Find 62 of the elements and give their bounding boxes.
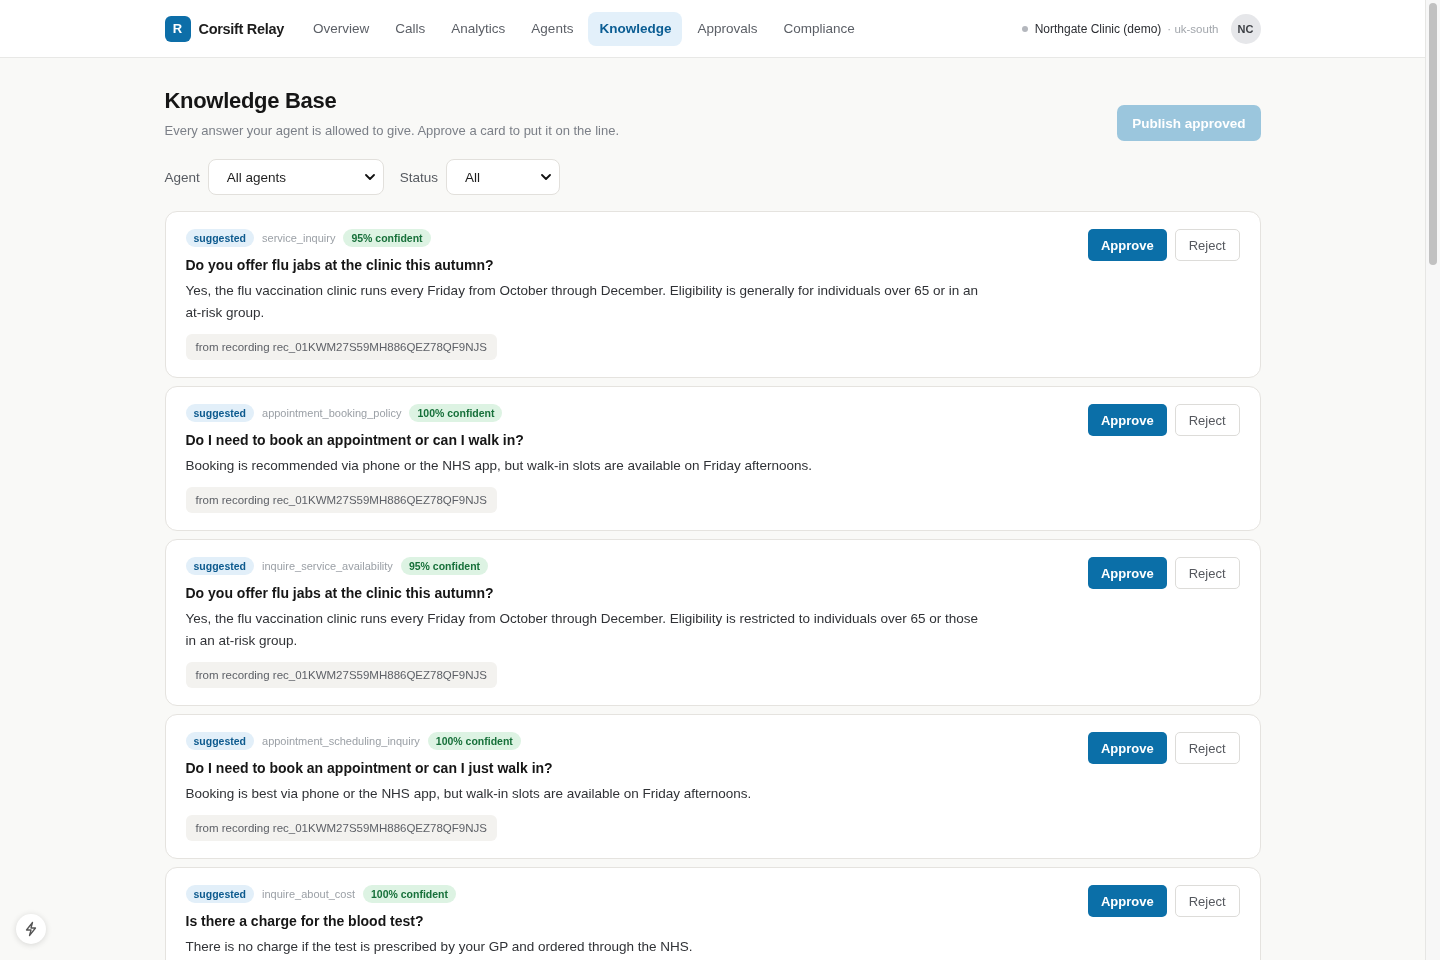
app-logo[interactable]: R — [164, 15, 191, 42]
reject-button[interactable]: Reject — [1174, 404, 1240, 436]
source-chip: from recording rec_01KWM27S59MH886QEZ78QF9NJS — [185, 487, 497, 513]
nav-tab[interactable]: Approvals — [686, 11, 769, 46]
nav-tab[interactable]: Agents — [520, 11, 585, 46]
status-dot-icon — [1021, 25, 1028, 32]
question-text: Do I need to book an appointment or can I walk in? — [185, 431, 525, 450]
status-badge: suggested — [185, 557, 254, 575]
answer-text: Yes, the flu vaccination clinic runs every Friday from October through December. Eligibility is generally for individuals over 65 or in an at-risk group. — [185, 282, 980, 322]
question-text: Do you offer flu jabs at the clinic this autumn? — [185, 584, 495, 603]
confidence-badge: 95% confident — [400, 557, 489, 575]
answer-text: Booking is recommended via phone or the NHS app, but walk-in slots are available on Friday afternoons. — [185, 457, 814, 475]
approve-button[interactable]: Approve — [1087, 557, 1167, 589]
confidence-badge: 100% confident — [409, 404, 503, 422]
confidence-badge: 100% confident — [427, 732, 521, 750]
source-chip: from recording rec_01KWM27S59MH886QEZ78QF9NJS — [185, 662, 497, 688]
intent-label: inquire_service_availability — [262, 560, 393, 572]
answer-text: Yes, the flu vaccination clinic runs every Friday from October through December. Eligibility is restricted to individuals over 65 or those in an at-risk group. — [185, 610, 980, 650]
intent-label: service_inquiry — [262, 232, 336, 244]
status-badge: suggested — [185, 404, 254, 422]
page-subtitle: Every answer your agent is allowed to give. Approve a card to put it on the line. — [164, 122, 620, 140]
reject-button[interactable]: Reject — [1174, 557, 1240, 589]
answer-text: Booking is best via phone or the NHS app, but walk-in slots are available on Friday afternoons. — [185, 785, 753, 803]
filter-label: Agent — [164, 169, 200, 185]
reject-button[interactable]: Reject — [1174, 885, 1240, 917]
chevron-down-icon — [364, 174, 375, 180]
intent-label: appointment_booking_policy — [262, 407, 402, 419]
question-text: Do I need to book an appointment or can I just walk in? — [185, 759, 554, 778]
workspace-name: Northgate Clinic (demo) — [1034, 21, 1162, 36]
brand-name: Corsift Relay — [198, 20, 285, 37]
page-title: Knowledge Base — [164, 87, 338, 115]
intent-label: appointment_scheduling_inquiry — [262, 735, 420, 747]
nav-tab[interactable]: Overview — [302, 11, 381, 46]
filter-dropdown[interactable]: All agents — [207, 159, 384, 195]
nav-tab[interactable]: Knowledge — [588, 11, 683, 46]
reject-button[interactable]: Reject — [1174, 732, 1240, 764]
user-avatar[interactable]: NC — [1230, 13, 1261, 44]
nav-tab[interactable]: Analytics — [440, 11, 517, 46]
chevron-down-icon — [541, 174, 552, 180]
question-text: Is there a charge for the blood test? — [185, 912, 425, 931]
lightning-icon[interactable] — [16, 914, 46, 944]
filter-label: Status — [399, 169, 439, 185]
approve-button[interactable]: Approve — [1087, 229, 1167, 261]
approve-button[interactable]: Approve — [1087, 404, 1167, 436]
confidence-badge: 95% confident — [343, 229, 431, 247]
status-badge: suggested — [185, 732, 254, 750]
filter-dropdown[interactable]: All — [446, 159, 561, 195]
status-badge: suggested — [185, 885, 254, 903]
nav-tab[interactable]: Compliance — [772, 11, 866, 46]
scrollbar-thumb[interactable] — [1429, 3, 1437, 265]
answer-text: There is no charge if the test is prescribed by your GP and ordered through the NHS. — [185, 938, 694, 956]
confidence-badge: 100% confident — [363, 885, 456, 903]
source-chip: from recording rec_01KWM27S59MH886QEZ78QF9NJS — [185, 334, 497, 360]
reject-button[interactable]: Reject — [1174, 229, 1240, 261]
nav-tab[interactable]: Calls — [384, 11, 437, 46]
region-label: · uk-south — [1167, 22, 1219, 35]
approve-button[interactable]: Approve — [1087, 732, 1167, 764]
question-text: Do you offer flu jabs at the clinic this autumn? — [185, 256, 495, 275]
status-badge: suggested — [185, 229, 254, 247]
approve-button[interactable]: Approve — [1087, 885, 1167, 917]
intent-label: inquire_about_cost — [262, 888, 355, 900]
source-chip: from recording rec_01KWM27S59MH886QEZ78QF9NJS — [185, 815, 497, 841]
